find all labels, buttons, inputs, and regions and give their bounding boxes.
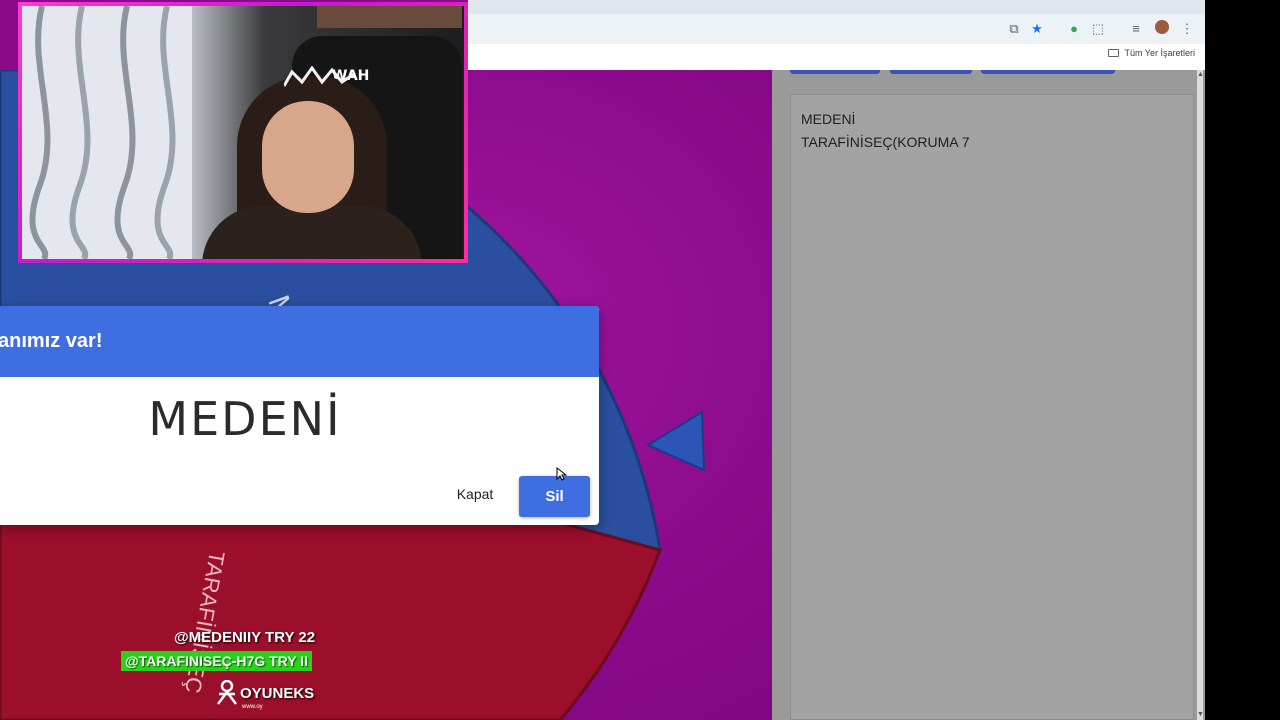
screen-edge [1205, 0, 1280, 720]
scroll-up-icon[interactable]: ▲ [1197, 71, 1204, 78]
browser-toolbar: ⧉ ★ ● ⬚ ≡ ⋮ Tüm Yer İşaretleri [468, 0, 1205, 70]
webcam-feed: WAH [22, 6, 464, 259]
overlay-score-line-2: @TARAFINISEÇ-H7G TRY II [121, 651, 312, 671]
entry-line: TARAFİNİSEÇ(KORUMA 7 [801, 134, 970, 150]
tiara-icon [284, 66, 354, 87]
panel-tab-2[interactable] [890, 70, 972, 74]
winner-dialog: anımız var! MEDENİ Kapat Sil [0, 306, 599, 525]
star-icon[interactable]: ★ [1028, 20, 1046, 38]
wheel-pointer [645, 410, 706, 472]
extension-icon[interactable]: ● [1065, 20, 1083, 38]
translate-icon[interactable]: ⧉ [1005, 20, 1023, 38]
bookmarks-bar[interactable]: Tüm Yer İşaretleri [1108, 48, 1195, 58]
screen: M TARAFİNİSEÇ ⧉ ★ ● ⬚ ≡ ⋮ Tüm Yer İşaret… [0, 0, 1280, 720]
menu-icon[interactable]: ≡ [1127, 20, 1145, 38]
entry-line: MEDENİ [801, 111, 856, 127]
streamer-face [262, 101, 354, 213]
entries-panel: MEDENİ TARAFİNİSEÇ(KORUMA 7 ▲ ▼ [772, 70, 1205, 720]
shelf [317, 6, 462, 28]
avatar[interactable] [1153, 20, 1171, 38]
panel-tab-3[interactable] [981, 70, 1115, 74]
delete-button[interactable]: Sil [519, 476, 590, 517]
dialog-title: anımız var! [0, 330, 103, 352]
logo-text: OYUNEKS [240, 684, 315, 702]
dialog-header: anımız var! [0, 306, 599, 377]
folder-icon [1108, 49, 1120, 57]
overlay-score-line-1: @MEDENIIY TRY 22 [174, 629, 316, 646]
entries-textarea[interactable]: MEDENİ TARAFİNİSEÇ(KORUMA 7 [790, 94, 1194, 720]
scroll-down-icon[interactable]: ▼ [1197, 711, 1204, 718]
curtain-pattern [22, 6, 192, 259]
logo-subtext: www.oy [242, 704, 263, 710]
oyuneks-logo: OYUNEKS [216, 680, 314, 706]
puzzle-icon[interactable]: ⬚ [1089, 20, 1107, 38]
winner-name: MEDENİ [148, 392, 342, 446]
bookmarks-label: Tüm Yer İşaretleri [1124, 48, 1195, 58]
more-icon[interactable]: ⋮ [1178, 20, 1196, 38]
logo-mark-icon [217, 680, 237, 705]
streamer-shirt [202, 206, 422, 259]
close-button[interactable]: Kapat [445, 476, 505, 512]
webcam-overlay: WAH [18, 2, 468, 263]
tab-strip [468, 0, 1205, 14]
scrollbar[interactable] [1197, 70, 1203, 720]
panel-tab-1[interactable] [790, 70, 880, 74]
mouse-cursor-icon [556, 467, 568, 481]
